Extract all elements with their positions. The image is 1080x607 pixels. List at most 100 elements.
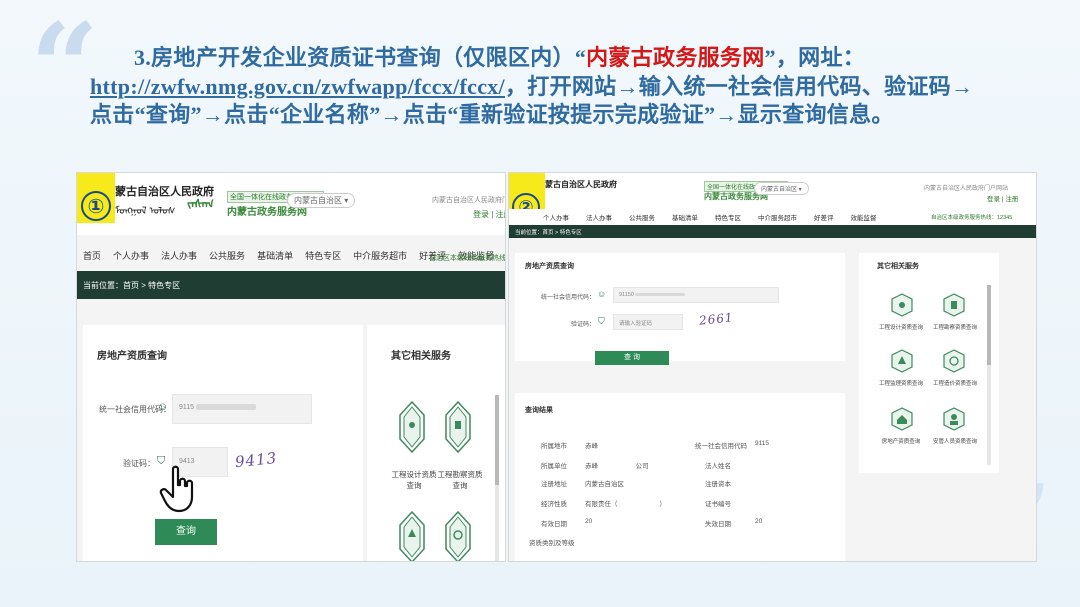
result-row-4-val1: 20 (585, 518, 593, 525)
slide-heading: 3.房地产开发企业资质证书查询（仅限区内）“内蒙古政务服务网”，网址： http:… (90, 44, 990, 130)
login-link[interactable]: 登录 (473, 210, 489, 219)
result-row-3-val1: 有限责任（ ） (585, 501, 666, 508)
redacted-block (196, 404, 257, 411)
step-badge-1: ① (81, 191, 111, 221)
nav-item[interactable]: 法人办事 (586, 212, 612, 222)
service-label[interactable]: 工程监理资质查询 (873, 379, 929, 387)
screenshot-2: ② 蒙古自治区人民政府 全国一体化在线政务服务平台 内蒙古政务服务网 内蒙古自治… (508, 172, 1037, 562)
credit-code-input[interactable]: 9115 (172, 394, 312, 424)
decorative-open-quote-icon: “ (30, 0, 100, 138)
nav-item[interactable]: 中介服务超市 (758, 212, 797, 222)
panel-title: 房地产资质查询 (525, 263, 574, 270)
register-link[interactable]: 注册 (496, 210, 505, 219)
result-row-1-key1: 所属单位 (541, 463, 567, 470)
region-select-label: 内蒙古自治区 (294, 196, 342, 205)
nav-item[interactable]: 好差评 (814, 212, 834, 222)
step-number: 3. (134, 45, 152, 70)
result-row-0-key2: 统一社会信用代码 (695, 443, 747, 450)
panel-title: 房地产资质查询 (97, 351, 167, 362)
login-link[interactable]: 登录 (987, 196, 1000, 203)
nav-item[interactable]: 效能监督 (851, 212, 877, 222)
results-title: 查询结果 (525, 407, 553, 414)
service-label[interactable]: 工程设计资质查询 (873, 323, 929, 331)
related-scrollbar[interactable] (495, 395, 499, 561)
breadcrumb: 当前位置：首页 > 特色专区 (509, 225, 1036, 238)
shield-icon: ⛉ (598, 316, 605, 326)
nav-item[interactable]: 公共服务 (209, 249, 245, 262)
result-row-5-val1 (585, 537, 665, 544)
service-label[interactable]: 工程勘察资质查询 (927, 323, 983, 331)
result-row-2-key2: 注册资本 (705, 481, 731, 488)
close-quote: ” (764, 45, 776, 70)
credit-code-input[interactable]: 91150 (613, 287, 779, 303)
engineering-design-icon[interactable] (399, 401, 425, 453)
service-label[interactable]: 房地产资质查询 (873, 437, 929, 445)
query-button[interactable]: 查询 (155, 519, 217, 545)
nav-item[interactable]: 基础清单 (672, 212, 698, 222)
result-row-2-val1: 内蒙古自治区 (585, 481, 624, 488)
nav-item[interactable]: 个人办事 (113, 249, 149, 262)
service-label[interactable]: 工程造价资质查询 (927, 379, 983, 387)
result-row-2-key1: 注册地址 (541, 481, 567, 488)
result-row-4-val2: 20 (755, 518, 763, 525)
results-panel (515, 393, 845, 561)
gov-title: 蒙古自治区人民政府 (545, 180, 617, 189)
mongolian-script: ᠮᠣᠩᠭᠣᠯ ᠤᠯᠤᠰ (115, 206, 176, 217)
nav-item[interactable]: 个人办事 (543, 212, 569, 222)
result-row-2-val2 (755, 478, 779, 485)
nav-item[interactable]: 法人办事 (161, 249, 197, 262)
register-link[interactable]: 注册 (1005, 196, 1018, 203)
region-select-label: 内蒙古自治区 (761, 187, 798, 193)
main-nav: 个人办事 法人办事 公共服务 基础清单 特色专区 中介服务超市 好差评 效能监督 (543, 212, 877, 222)
safety-staff-icon[interactable] (943, 407, 965, 431)
supervision-icon[interactable] (399, 511, 425, 562)
region-select[interactable]: 内蒙古自治区 ▾ (754, 182, 809, 195)
user-links: 登录 | 注册 (473, 209, 505, 220)
nav-item[interactable]: 基础清单 (257, 249, 293, 262)
cost-icon[interactable] (943, 349, 965, 373)
nav-item[interactable]: 特色专区 (305, 249, 341, 262)
service-label[interactable]: 工程设计资质查询 (389, 469, 439, 491)
nav-item[interactable]: 特色专区 (715, 212, 741, 222)
result-row-5-key1: 资质类别及等级 (529, 540, 575, 547)
related-title: 其它相关服务 (877, 263, 919, 270)
hotline: 自治区本级政务服务热线：12345 (429, 255, 506, 262)
nav-item[interactable]: 中介服务超市 (353, 249, 407, 262)
breadcrumb: 当前位置：首页 > 特色专区 (77, 271, 505, 299)
related-scrollbar[interactable] (987, 285, 991, 465)
result-row-0-key1: 所属地市 (541, 443, 567, 450)
real-estate-icon[interactable] (891, 407, 913, 431)
result-row-1-val2 (755, 460, 769, 467)
service-label[interactable]: 工程勘察资质查询 (435, 469, 485, 491)
hand-pointer-icon (159, 465, 194, 513)
logo-mongolian: ᠵᠠᠰᠠᠭ (187, 197, 214, 211)
cost-icon[interactable] (445, 511, 471, 562)
nav-item[interactable]: 公共服务 (629, 212, 655, 222)
id-card-icon: ☺ (597, 289, 607, 299)
supervision-icon[interactable] (891, 349, 913, 373)
region-select[interactable]: 内蒙古自治区 ▾ (287, 193, 356, 208)
service-label[interactable]: 安管人员资质查询 (927, 437, 983, 445)
result-row-1-val1: 赤峰 公司 (585, 463, 649, 470)
engineering-design-icon[interactable] (891, 293, 913, 317)
survey-icon[interactable] (445, 401, 471, 453)
query-button[interactable]: 查 询 (595, 351, 669, 365)
redacted-block (635, 292, 686, 297)
result-row-0-val2: 9115 (755, 440, 769, 447)
captcha-label: 验证码： (570, 322, 595, 328)
captcha-input[interactable]: 请输入验证码 (613, 314, 683, 330)
credit-code-value: 91150 (619, 292, 634, 298)
portal-link[interactable]: 内蒙古自治区人民政府门户网站 (432, 195, 505, 205)
credit-code-value: 9115 (179, 404, 195, 411)
screenshot-1: ① 蒙古自治区人民政府 ᠮᠣᠩᠭᠣᠯ ᠤᠯᠤᠰ ᠵᠠᠰᠠᠭ 全国一体化在线政务服… (76, 172, 506, 562)
site-url-link[interactable]: http://zwfw.nmg.gov.cn/zwfwapp/fccx/fccx… (90, 74, 505, 99)
result-row-3-key1: 经济性质 (541, 501, 567, 508)
id-card-icon: ☺ (157, 401, 169, 413)
survey-icon[interactable] (943, 293, 965, 317)
result-row-1-key2: 法人姓名 (705, 463, 731, 470)
hotline: 自治区本级政务服务热线：12345 (931, 215, 1013, 221)
result-row-3-key2: 证书编号 (705, 501, 731, 508)
nav-item[interactable]: 首页 (83, 249, 101, 262)
portal-link[interactable]: 内蒙古自治区人民政府门户网站 (924, 183, 1008, 192)
result-row-0-val1: 赤峰 (585, 443, 598, 450)
